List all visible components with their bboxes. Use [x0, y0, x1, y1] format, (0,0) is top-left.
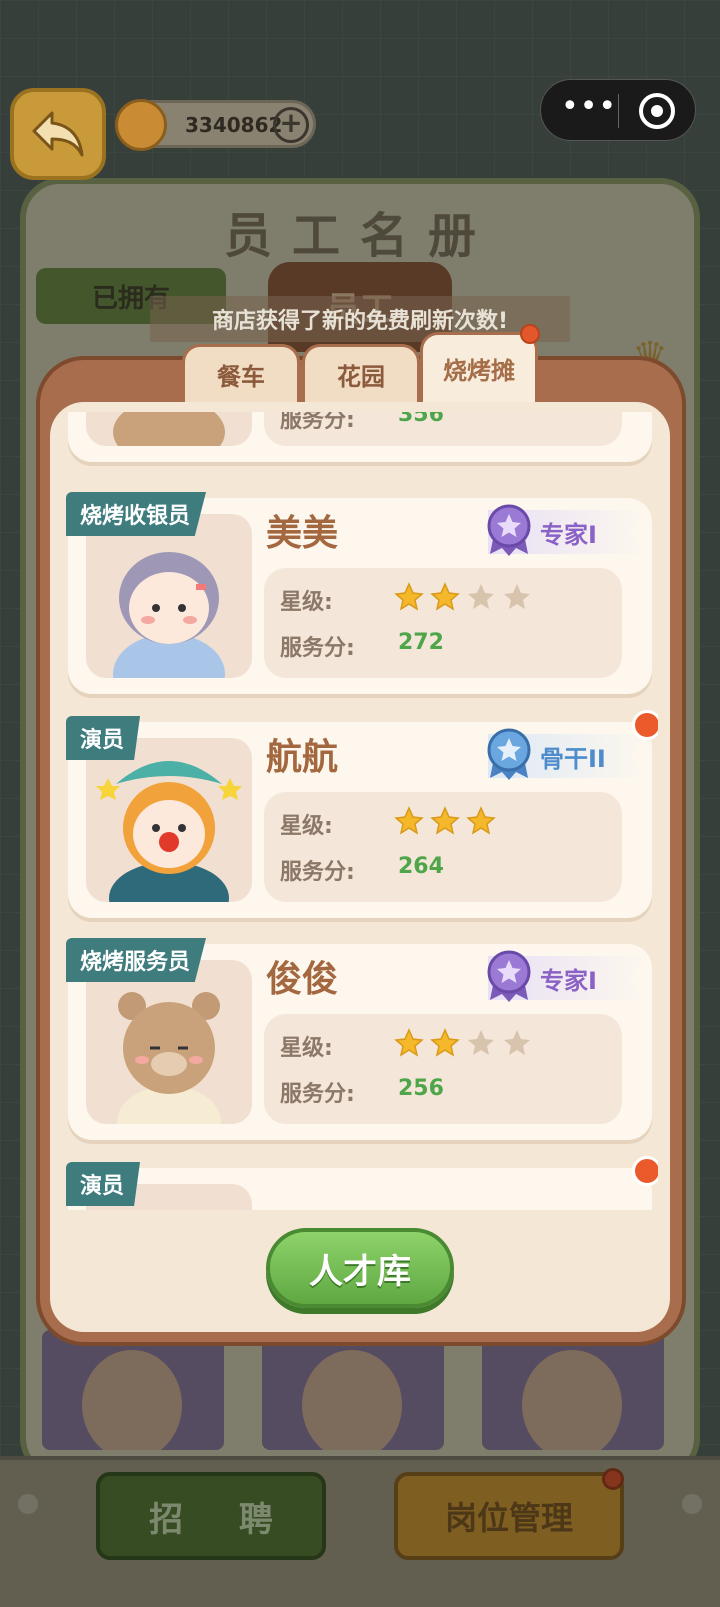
talent-pool-button[interactable]: 人才库: [266, 1228, 454, 1308]
star-filled-icon: [394, 582, 424, 611]
star-empty-icon: [468, 584, 494, 609]
employee-list[interactable]: 服务分: 356 烧烤收银员 美美 专家I 星级: 服务分: 272 演员 航航…: [62, 412, 658, 1210]
close-target-icon[interactable]: [639, 93, 675, 129]
tab-notification-dot: [520, 324, 540, 344]
employee-card[interactable]: 演员 航航 骨干II 星级: 服务分: 264: [66, 710, 658, 918]
employee-name: 美美: [266, 513, 339, 554]
score-value: 256: [398, 1076, 444, 1101]
star-filled-icon: [394, 1028, 424, 1057]
star-rating: [394, 1028, 532, 1058]
notification-dot: [632, 710, 658, 740]
purple-medal-icon: [487, 504, 531, 556]
star-filled-icon: [430, 806, 460, 835]
star-filled-icon: [430, 582, 460, 611]
employee-stats: 服务分: 356: [264, 412, 622, 446]
paw-coin-icon: [115, 99, 167, 151]
score-label: 服务分:: [280, 860, 355, 885]
star-empty-icon: [468, 1030, 494, 1055]
star-rating: [394, 806, 496, 836]
star-filled-icon: [466, 806, 496, 835]
employee-role: 烧烤服务员: [66, 938, 207, 982]
employee-card[interactable]: 烧烤收银员 美美 专家I 星级: 服务分: 272: [66, 492, 652, 694]
add-coins-button[interactable]: +: [273, 107, 309, 143]
employee-portrait: [86, 514, 252, 678]
employee-portrait: [86, 412, 252, 446]
star-filled-icon: [394, 806, 424, 835]
capsule-divider: [618, 94, 619, 128]
stars-label: 星级:: [280, 814, 333, 839]
employee-portrait: [86, 738, 252, 902]
employee-role: 演员: [66, 716, 141, 760]
score-label: 服务分:: [280, 412, 355, 433]
employee-card[interactable]: 服务分: 356: [68, 412, 652, 462]
star-filled-icon: [430, 1028, 460, 1057]
stars-label: 星级:: [280, 1036, 333, 1061]
back-button[interactable]: [10, 88, 106, 180]
score-value: 272: [398, 630, 444, 655]
miniprogram-capsule: •••: [540, 79, 696, 141]
notification-dot: [632, 1156, 658, 1186]
stars-label: 星级:: [280, 590, 333, 615]
employee-stats: 星级: 服务分: 272: [264, 568, 622, 678]
employee-role: 烧烤收银员: [66, 492, 207, 536]
employee-role: 演员: [66, 1162, 141, 1206]
tab-garden[interactable]: 花园: [302, 344, 420, 402]
coin-value: 3340862: [185, 113, 283, 137]
employee-portrait: [86, 960, 252, 1124]
employee-card[interactable]: 烧烤服务员 俊俊 专家I 星级: 服务分: 256: [66, 938, 652, 1140]
more-icon[interactable]: •••: [561, 92, 617, 126]
score-value: 356: [398, 412, 444, 427]
employee-stats: 星级: 服务分: 264: [264, 792, 622, 902]
coin-counter: 3340862 +: [115, 99, 316, 151]
star-empty-icon: [504, 1030, 530, 1055]
employee-name: 航航: [266, 737, 339, 778]
blue-medal-icon: [487, 728, 531, 780]
star-empty-icon: [504, 584, 530, 609]
score-label: 服务分:: [280, 636, 355, 661]
tab-bbq-stall[interactable]: 烧烤摊: [420, 332, 538, 402]
star-rating: [394, 582, 532, 612]
score-label: 服务分:: [280, 1082, 355, 1107]
score-value: 264: [398, 854, 444, 879]
tab-food-truck[interactable]: 餐车: [182, 344, 300, 402]
employee-card[interactable]: 演员: [66, 1156, 658, 1210]
purple-medal-icon: [487, 950, 531, 1002]
employee-name: 俊俊: [266, 959, 339, 1000]
back-arrow-icon: [32, 111, 84, 157]
employee-stats: 星级: 服务分: 256: [264, 1014, 622, 1124]
